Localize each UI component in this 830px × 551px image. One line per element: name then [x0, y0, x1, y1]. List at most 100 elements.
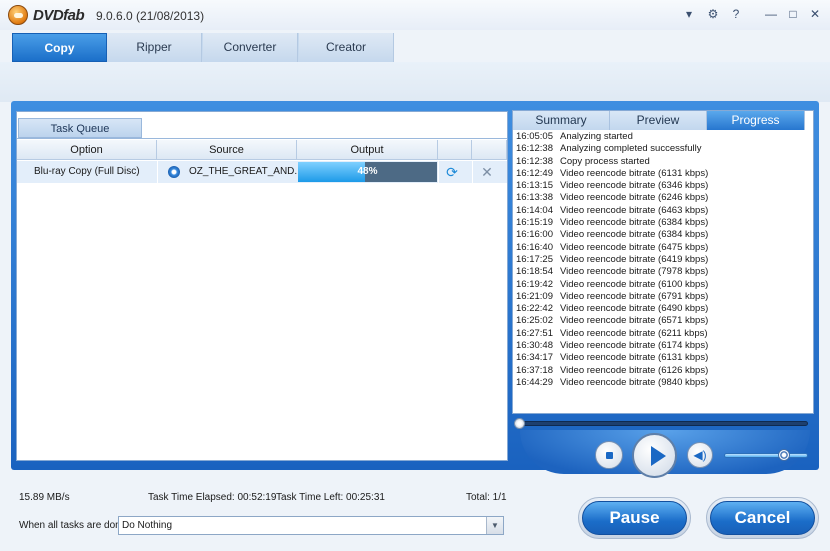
remove-icon[interactable]: ✕ — [480, 165, 494, 179]
transfer-speed: 15.89 MB/s — [19, 492, 70, 503]
seek-handle[interactable] — [514, 418, 525, 429]
log-line: 16:12:38 Analyzing completed successfully — [516, 143, 812, 155]
when-done-label: When all tasks are done: — [19, 520, 130, 531]
log-line: 16:15:19 Video reencode bitrate (6384 kbp… — [516, 217, 812, 229]
table-row[interactable]: Blu-ray Copy (Full Disc) OZ_THE_GREAT_AN… — [17, 161, 507, 183]
column-header-output[interactable]: Output — [297, 140, 438, 160]
log-time: 16:21:09 — [516, 290, 553, 302]
log-line: 16:34:17 Video reencode bitrate (6131 kbp… — [516, 352, 812, 364]
minimize-button[interactable]: — — [762, 6, 780, 22]
tab-creator[interactable]: Creator — [299, 33, 394, 62]
tab-copy[interactable]: Copy — [12, 33, 107, 62]
volume-icon: ◀) — [693, 448, 707, 462]
stop-button[interactable] — [595, 441, 623, 469]
log-message: Video reencode bitrate (7978 kbps) — [560, 266, 709, 278]
log-message: Analyzing started — [560, 131, 633, 142]
title-bar: DVDfab 9.0.6.0 (21/08/2013) ▾ ⚙ ? — □ ✕ — [0, 0, 830, 30]
tab-ripper[interactable]: Ripper — [107, 33, 202, 62]
log-line: 16:12:49 Video reencode bitrate (6131 kbp… — [516, 168, 812, 180]
column-header-remove — [472, 140, 507, 160]
log-message: Video reencode bitrate (6463 kbps) — [560, 204, 709, 216]
tab-progress[interactable]: Progress — [707, 111, 805, 130]
log-message: Video reencode bitrate (6419 kbps) — [560, 253, 709, 265]
log-message: Video reencode bitrate (6174 kbps) — [560, 340, 709, 352]
settings-gear-icon[interactable]: ⚙ — [704, 6, 722, 22]
main-tab-bar: Copy Ripper Converter Creator — [12, 33, 394, 62]
progress-panel: Summary Preview Progress 16:05:05 Analyzi… — [512, 110, 814, 414]
app-brand: DVDfab — [33, 7, 85, 24]
log-time: 16:12:49 — [516, 167, 553, 179]
maximize-button[interactable]: □ — [784, 6, 802, 22]
log-line: 16:27:51 Video reencode bitrate (6211 kbp… — [516, 328, 812, 340]
tab-converter[interactable]: Converter — [203, 33, 298, 62]
task-total: Total: 1/1 — [466, 492, 507, 503]
log-line: 16:25:02 Video reencode bitrate (6571 kbp… — [516, 315, 812, 327]
log-time: 16:30:48 — [516, 340, 553, 352]
log-time: 16:18:54 — [516, 266, 553, 278]
log-message: Video reencode bitrate (6490 kbps) — [560, 303, 709, 315]
log-line: 16:19:42 Video reencode bitrate (6100 kbp… — [516, 279, 812, 291]
close-button[interactable]: ✕ — [806, 6, 824, 22]
menu-dropdown-icon[interactable]: ▾ — [680, 6, 698, 22]
log-line: 16:16:00 Video reencode bitrate (6384 kbp… — [516, 229, 812, 241]
log-time: 16:37:18 — [516, 364, 553, 376]
chevron-down-icon[interactable]: ▼ — [486, 517, 503, 534]
log-message: Video reencode bitrate (6211 kbps) — [560, 327, 708, 339]
progress-percent: 48% — [357, 166, 378, 177]
log-line: 16:17:25 Video reencode bitrate (6419 kbp… — [516, 254, 812, 266]
divider — [472, 161, 473, 183]
log-message: Analyzing completed successfully — [560, 143, 702, 155]
volume-slider[interactable] — [724, 453, 808, 458]
column-header-option[interactable]: Option — [17, 140, 157, 160]
tab-preview[interactable]: Preview — [610, 111, 707, 130]
help-icon[interactable]: ? — [727, 6, 745, 22]
tab-content-band — [0, 62, 830, 102]
log-time: 16:25:02 — [516, 315, 553, 327]
log-message: Video reencode bitrate (6475 kbps) — [560, 241, 709, 253]
log-time: 16:15:19 — [516, 217, 553, 229]
log-line: 16:21:09 Video reencode bitrate (6791 kbp… — [516, 291, 812, 303]
log-time: 16:22:42 — [516, 303, 553, 315]
row-source: OZ_THE_GREAT_AND... — [189, 166, 297, 177]
log-message: Video reencode bitrate (6384 kbps) — [560, 229, 709, 241]
log-time: 16:16:00 — [516, 229, 553, 241]
log-line: 16:16:40 Video reencode bitrate (6475 kbp… — [516, 242, 812, 254]
app-logo-icon — [8, 5, 28, 25]
row-option: Blu-ray Copy (Full Disc) — [34, 166, 140, 177]
progress-log: 16:05:05 Analyzing started 16:12:38 Analyzi… — [516, 131, 812, 389]
log-time: 16:17:25 — [516, 253, 553, 265]
log-message: Video reencode bitrate (6131 kbps) — [560, 167, 709, 179]
log-line: 16:14:04 Video reencode bitrate (6463 kbp… — [516, 205, 812, 217]
disc-icon — [168, 166, 180, 178]
column-header-source[interactable]: Source — [157, 140, 297, 160]
log-line: 16:37:18 Video reencode bitrate (6126 kbp… — [516, 365, 812, 377]
log-line: 16:22:42 Video reencode bitrate (6490 kbp… — [516, 303, 812, 315]
log-message: Video reencode bitrate (6131 kbps) — [560, 352, 709, 364]
pause-button[interactable]: Pause — [582, 501, 687, 535]
log-message: Video reencode bitrate (6346 kbps) — [560, 180, 709, 192]
log-message: Copy process started — [560, 155, 650, 167]
log-message: Video reencode bitrate (9840 kbps) — [560, 376, 709, 388]
log-time: 16:19:42 — [516, 278, 553, 290]
log-message: Video reencode bitrate (6791 kbps) — [560, 290, 709, 302]
refresh-icon[interactable]: ⟳ — [445, 165, 459, 179]
log-time: 16:16:40 — [516, 241, 553, 253]
app-version: 9.0.6.0 (21/08/2013) — [96, 9, 205, 23]
log-message: Video reencode bitrate (6126 kbps) — [560, 364, 709, 376]
cancel-button[interactable]: Cancel — [710, 501, 815, 535]
log-line: 16:18:54 Video reencode bitrate (7978 kbp… — [516, 266, 812, 278]
tab-summary[interactable]: Summary — [513, 111, 610, 130]
log-line: 16:12:38 Copy process started — [516, 156, 812, 168]
when-done-select[interactable]: Do Nothing ▼ — [118, 516, 504, 535]
log-time: 16:14:04 — [516, 204, 553, 216]
seek-bar[interactable] — [516, 421, 808, 426]
log-time: 16:34:17 — [516, 352, 553, 364]
play-button[interactable] — [632, 433, 677, 478]
divider — [157, 161, 158, 183]
log-line: 16:13:38 Video reencode bitrate (6246 kbp… — [516, 192, 812, 204]
task-queue-panel: Task Queue Option Source Output Blu-ray … — [16, 111, 508, 461]
volume-button[interactable]: ◀) — [687, 442, 713, 468]
log-time: 16:12:38 — [516, 155, 553, 167]
when-done-value: Do Nothing — [122, 520, 173, 531]
task-queue-tab[interactable]: Task Queue — [18, 118, 142, 138]
